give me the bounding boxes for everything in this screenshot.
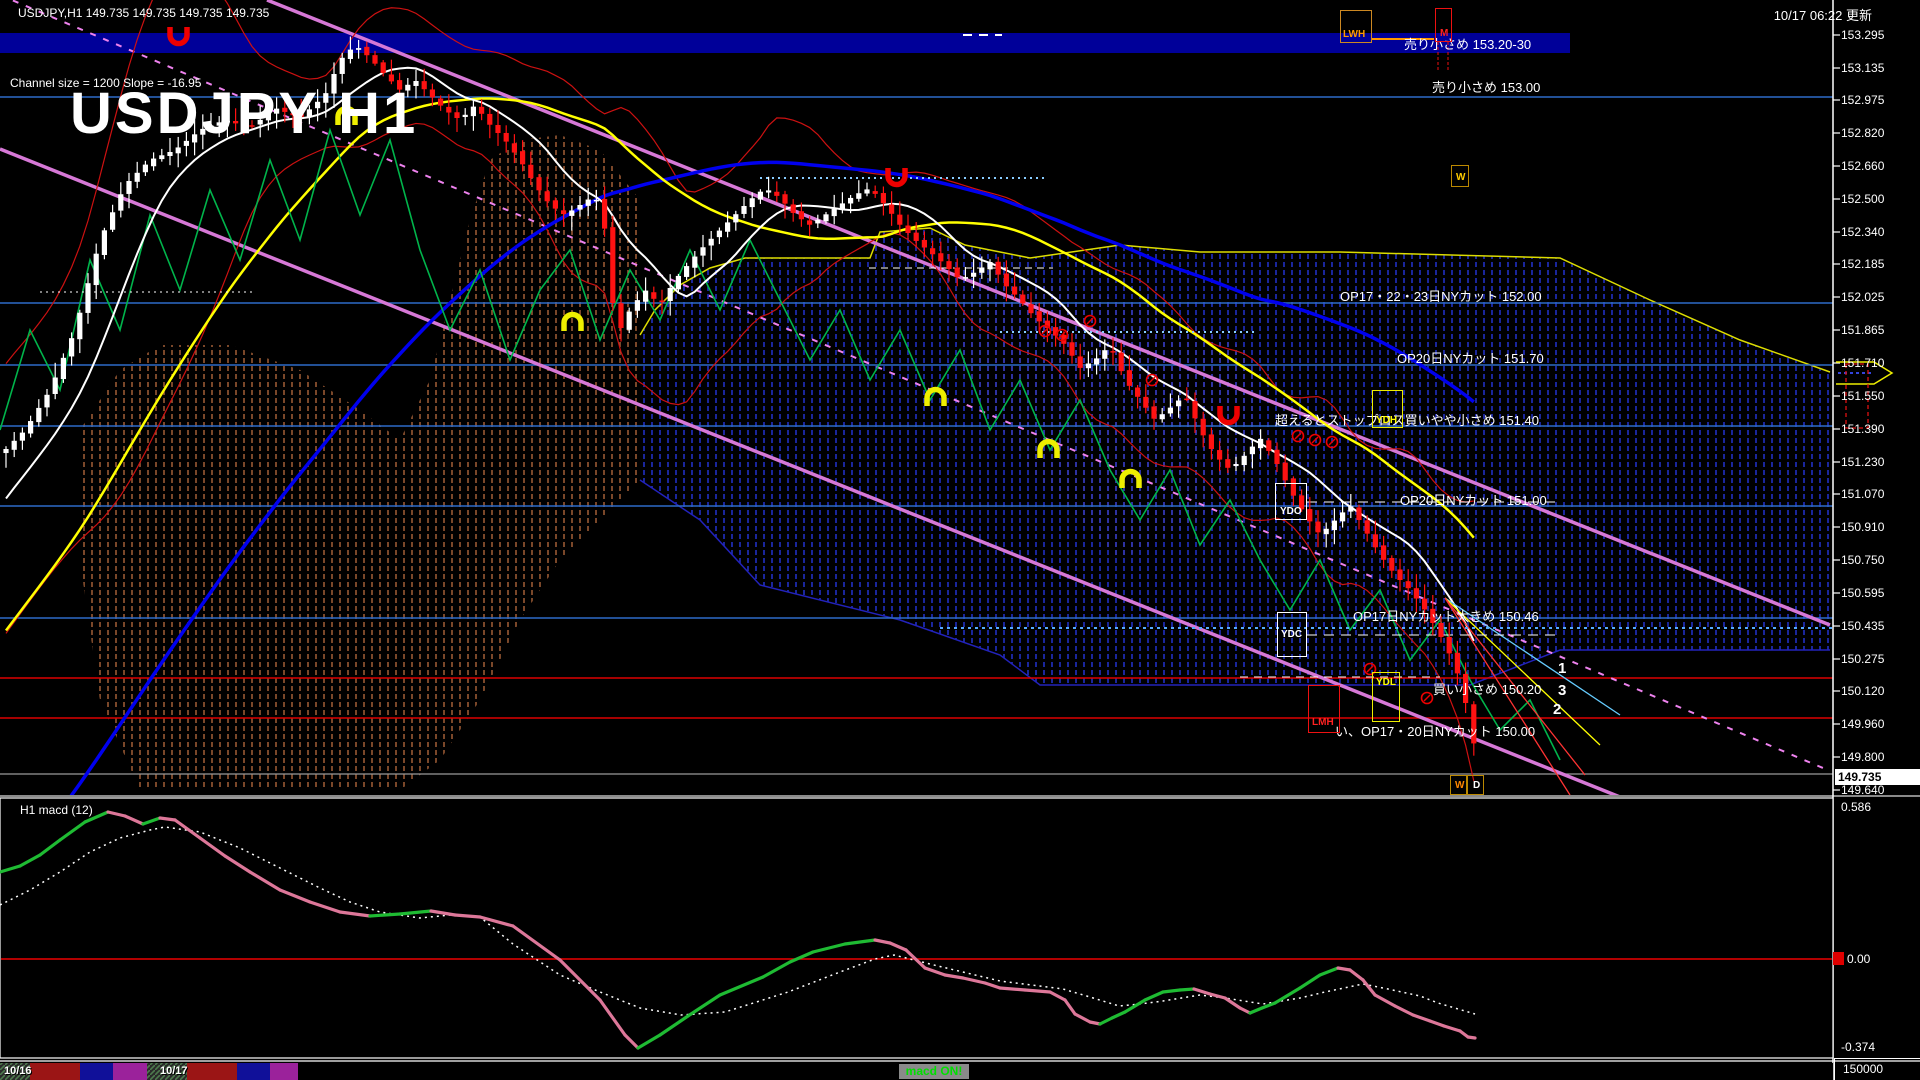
wave-count-label: 2 — [1553, 701, 1561, 718]
symbol-info: USDJPY,H1 149.735 149.735 149.735 149.73… — [18, 6, 269, 20]
wave-count-label: 1 — [1558, 660, 1566, 677]
price-axis-label: 149.960 — [1841, 717, 1884, 731]
timeline-segment — [270, 1063, 298, 1080]
price-level-annotation: 買い小さめ 150.20 — [1433, 679, 1541, 698]
level-box-label: YDH — [1376, 415, 1397, 426]
price-axis-label: 152.025 — [1841, 290, 1884, 304]
macd-zero-marker — [1833, 952, 1844, 965]
level-box-label: YDC — [1281, 629, 1302, 640]
price-level-annotation: 売り小さめ 153.20-30 — [1404, 34, 1531, 53]
wave-count-label: 3 — [1558, 682, 1566, 699]
price-axis-label: 153.295 — [1841, 28, 1884, 42]
timeline-segment — [298, 1063, 1833, 1080]
price-level-annotation: 売り小さめ 153.00 — [1432, 77, 1540, 96]
chart-canvas[interactable] — [0, 0, 1920, 1080]
price-level-annotation: OP20日NYカット 151.70 — [1397, 348, 1544, 367]
level-box-lmh: LMH — [1308, 685, 1340, 733]
price-axis-label: 152.975 — [1841, 93, 1884, 107]
price-level-annotation: OP20日NYカット 151.00 — [1400, 490, 1547, 509]
price-axis-label: 151.865 — [1841, 323, 1884, 337]
level-box-lwh: LWH — [1340, 10, 1372, 43]
price-axis-label: 150.435 — [1841, 619, 1884, 633]
level-box-label: LWH — [1343, 29, 1365, 40]
macd-indicator-label: H1 macd (12) — [20, 803, 93, 817]
timeline-date-label[interactable]: 10/16 — [4, 1065, 32, 1077]
timeline-segment — [237, 1063, 270, 1080]
price-axis-label: 149.800 — [1841, 750, 1884, 764]
timeline-segment — [113, 1063, 147, 1080]
volume-scale-value: 150000 — [1834, 1058, 1920, 1080]
price-axis-label: 152.185 — [1841, 257, 1884, 271]
timeline-segment — [187, 1063, 237, 1080]
price-axis-label: 149.640 — [1841, 783, 1884, 797]
level-box-ydh: YDH — [1372, 390, 1403, 428]
level-box-label: YDL — [1376, 677, 1396, 688]
level-box-label: W — [1455, 780, 1464, 791]
price-axis-label: 150.910 — [1841, 520, 1884, 534]
price-axis-label: 153.135 — [1841, 61, 1884, 75]
level-box-label: LMH — [1312, 717, 1334, 728]
price-axis-label: 151.550 — [1841, 389, 1884, 403]
price-axis-label: 152.500 — [1841, 192, 1884, 206]
timeline-segment — [80, 1063, 113, 1080]
price-axis-label: 151.230 — [1841, 455, 1884, 469]
level-box-w: W — [1450, 775, 1467, 795]
price-axis-label: 152.340 — [1841, 225, 1884, 239]
price-level-annotation: い、OP17・20日NYカット 150.00 — [1335, 721, 1535, 740]
level-box-ydl: YDL — [1372, 672, 1400, 722]
level-box-label: YDO — [1280, 506, 1302, 517]
macd-max-value: 0.586 — [1841, 800, 1871, 814]
price-level-annotation: 超えるとストップロス買いやや小さめ 151.40 — [1275, 410, 1539, 429]
price-axis-label: 152.660 — [1841, 159, 1884, 173]
level-box-ydc: YDC — [1277, 612, 1307, 657]
level-box-label: W — [1456, 172, 1465, 183]
current-price-tag: 149.735 — [1835, 769, 1920, 785]
level-box-ydo: YDO — [1275, 483, 1307, 520]
price-level-annotation: OP17・22・23日NYカット 152.00 — [1340, 286, 1542, 305]
price-axis-label: 152.820 — [1841, 126, 1884, 140]
mt4-chart-window: USDJPY,H1 149.735 149.735 149.735 149.73… — [0, 0, 1920, 1080]
price-axis-label: 150.595 — [1841, 586, 1884, 600]
level-box-label: D — [1473, 780, 1480, 791]
level-box-m: M — [1435, 8, 1452, 42]
price-axis-label: 150.120 — [1841, 684, 1884, 698]
level-box-label: M — [1440, 28, 1448, 39]
level-box-d: D — [1467, 775, 1484, 795]
last-update-time: 10/17 06:22 更新 — [1774, 5, 1872, 24]
price-axis-label: 151.390 — [1841, 422, 1884, 436]
macd-on-badge[interactable]: macd ON! — [899, 1064, 969, 1079]
macd-min-value: -0.374 — [1841, 1040, 1875, 1054]
price-level-annotation: OP17日NYカット大きめ 150.46 — [1353, 606, 1539, 625]
price-axis-label: 150.275 — [1841, 652, 1884, 666]
watermark: USDJPY H1 — [70, 80, 418, 147]
timeline-segment — [30, 1063, 80, 1080]
level-box-w: W — [1451, 165, 1469, 187]
price-axis-label: 151.070 — [1841, 487, 1884, 501]
timeline-date-label[interactable]: 10/17 — [160, 1065, 188, 1077]
price-axis-label: 151.710 — [1841, 356, 1884, 370]
price-axis-label: 150.750 — [1841, 553, 1884, 567]
macd-zero-value: 0.00 — [1847, 952, 1870, 966]
